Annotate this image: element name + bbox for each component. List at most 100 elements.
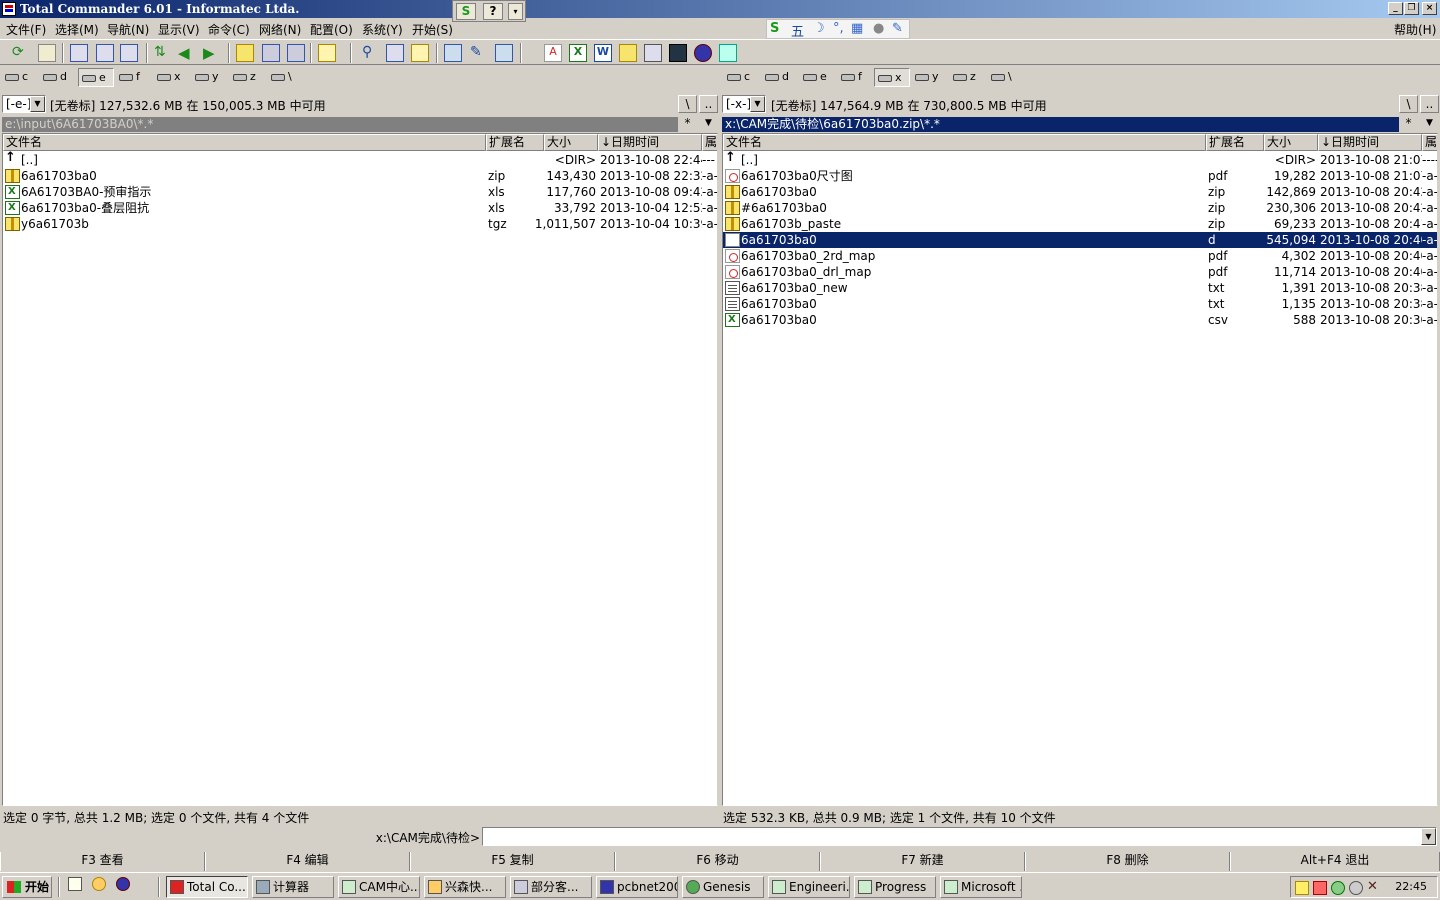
minimize-button[interactable]: _ [1388,2,1403,15]
multi-rename-icon[interactable] [411,44,429,62]
full-view-icon[interactable] [70,44,88,62]
taskbar-engineering[interactable]: Engineeri... [768,876,850,898]
table-row[interactable]: y6a61703b tgz 1,011,507 2013-10-04 10:39 -a- [3,216,717,232]
acrobat-icon[interactable] [1313,881,1327,895]
swap-panels-icon[interactable]: ⇅ [154,44,172,62]
refresh-icon[interactable]: ⟳ [12,44,30,62]
table-row[interactable]: [..] <DIR> 2013-10-08 22:44--- [3,150,717,168]
restore-button[interactable]: ❐ [1404,2,1419,15]
tree-view-icon[interactable] [120,44,138,62]
user-icon[interactable]: ● [873,21,884,36]
taskbar-genesis[interactable]: Genesis [682,876,764,898]
left-drive-d[interactable]: d [40,68,76,87]
word-icon[interactable]: W [594,44,612,62]
col-header-name[interactable]: 文件名 [723,134,1206,151]
f3-view-button[interactable]: F3 查看 [0,852,205,871]
taskbar-cam-center[interactable]: CAM中心... [338,876,420,898]
eraser-icon[interactable] [719,44,737,62]
close-button[interactable]: × [1422,2,1437,15]
taskbar-xingsen[interactable]: 兴森快... [424,876,506,898]
cmdline-input[interactable]: ▼ [482,827,1437,846]
punctuation-icon[interactable]: °, [833,21,844,36]
unpack-files-icon[interactable] [262,44,280,62]
left-drive-z[interactable]: z [230,68,266,87]
left-drive-network[interactable]: \ [268,68,304,87]
col-header-ext[interactable]: 扩展名 [1206,134,1264,151]
taskbar-total-commander[interactable]: Total Co... [166,876,248,898]
menu-view[interactable]: 显示(V) [158,21,200,38]
left-root-button[interactable]: \ [678,95,697,113]
close-icon[interactable]: ✕ [1367,880,1381,895]
col-header-attr[interactable]: 属 [702,134,717,151]
menu-select[interactable]: 选择(M) [55,21,99,38]
f5-copy-button[interactable]: F5 复制 [410,852,615,871]
menu-configuration[interactable]: 配置(O) [310,21,353,38]
clock[interactable]: 22:45 [1395,880,1427,893]
left-parent-button[interactable]: .. [699,95,718,113]
clock-icon[interactable] [1349,881,1363,895]
table-row[interactable]: 6a61703ba0 zip 142,869 2013-10-08 20:42 -a- [723,184,1437,200]
chevron-down-icon[interactable]: ▼ [699,116,718,132]
taskbar-customers[interactable]: 部分客... [510,876,592,898]
globe-icon[interactable] [694,44,712,62]
table-row[interactable]: 6a61703ba0csv5882013-10-08 20:30-a- [723,312,1437,328]
pack-files-icon[interactable] [236,44,254,62]
details-icon[interactable] [96,44,114,62]
ime-status-bar[interactable]: S 五 ☽ °, ▦ ● ✎ [766,19,910,40]
right-drive-c[interactable]: c [724,68,760,87]
right-drive-e[interactable]: e [800,68,836,87]
chevron-down-icon[interactable]: ▼ [30,96,45,112]
forward-icon[interactable]: ▶ [203,44,221,62]
col-header-name[interactable]: 文件名 [3,134,486,151]
menu-commands[interactable]: 命令(C) [208,21,250,38]
left-drive-e[interactable]: e [78,68,114,87]
edit-icon[interactable]: ✎ [470,44,488,62]
find-files-icon[interactable] [287,44,305,62]
sogou-s-icon[interactable]: S [770,21,779,36]
app-icon[interactable] [2,2,16,16]
clock-app-icon[interactable] [92,877,106,891]
f8-delete-button[interactable]: F8 删除 [1025,852,1230,871]
right-root-button[interactable]: \ [1399,95,1418,113]
table-row[interactable]: 6a61703b_paste zip 69,233 2013-10-08 20:41-… [723,216,1437,232]
col-header-date[interactable]: ↓日期时间 [598,134,702,151]
globe-icon[interactable] [116,877,130,891]
right-file-panel[interactable]: 文件名 扩展名 大小 ↓日期时间 属 [..] <DIR> 2013-10-08 2… [722,133,1438,806]
chevron-down-icon[interactable]: ▼ [1421,828,1436,845]
table-row[interactable]: #6a61703ba0 zip 230,306 2013-10-08 20:42 -a- [723,200,1437,216]
keyboard-icon[interactable]: ▦ [851,21,863,36]
brief-view-icon[interactable] [38,44,56,62]
right-drive-x[interactable]: x [874,68,910,87]
table-row[interactable]: 6a61703ba0尺寸图 pdf 19,282 2013-10-08 21:07 -a… [723,168,1437,184]
taskbar-pcbnet[interactable]: pcbnet2002 [596,876,678,898]
excel-icon[interactable]: X [569,44,587,62]
sogou-icon[interactable] [1331,881,1345,895]
left-drive-c[interactable]: c [2,68,38,87]
menu-help[interactable]: 帮助(H) [1394,21,1436,38]
pencil-icon[interactable] [1295,881,1309,895]
left-path-bar[interactable]: e:\input\6A61703BA0\*.* [2,117,678,132]
col-header-attr[interactable]: 属 [1422,134,1437,151]
back-icon[interactable]: ◀ [178,44,196,62]
table-row[interactable]: 6a61703ba0_new txt 1,391 2013-10-08 20:38 -a… [723,280,1437,296]
f7-mkdir-button[interactable]: F7 新建 [820,852,1025,871]
right-history-button[interactable]: * [1399,116,1418,132]
f6-move-button[interactable]: F6 移动 [615,852,820,871]
right-drive-f[interactable]: f [838,68,874,87]
sync-dirs-icon[interactable] [386,44,404,62]
right-drive-network[interactable]: \ [988,68,1024,87]
taskbar-progress[interactable]: Progress [854,876,936,898]
chevron-down-icon[interactable]: ▼ [1420,116,1439,132]
taskbar-microsoft[interactable]: Microsoft ... [940,876,1022,898]
table-row[interactable]: 6a61703ba0-叠层阻抗xls33,7922013-10-04 12:52… [3,200,717,216]
col-header-size[interactable]: 大小 [544,134,598,151]
right-drive-y[interactable]: y [912,68,948,87]
menu-navigate[interactable]: 导航(N) [107,21,149,38]
col-header-date[interactable]: ↓日期时间 [1318,134,1422,151]
wrench-icon[interactable]: ✎ [892,21,903,36]
f4-edit-button[interactable]: F4 编辑 [205,852,410,871]
menu-file[interactable]: 文件(F) [6,21,46,38]
pdf-icon[interactable]: A [544,44,562,62]
table-row[interactable]: 6a61703ba0 d 545,094 2013-10-08 20:40 -a- [723,232,1437,248]
folder-icon[interactable] [619,44,637,62]
